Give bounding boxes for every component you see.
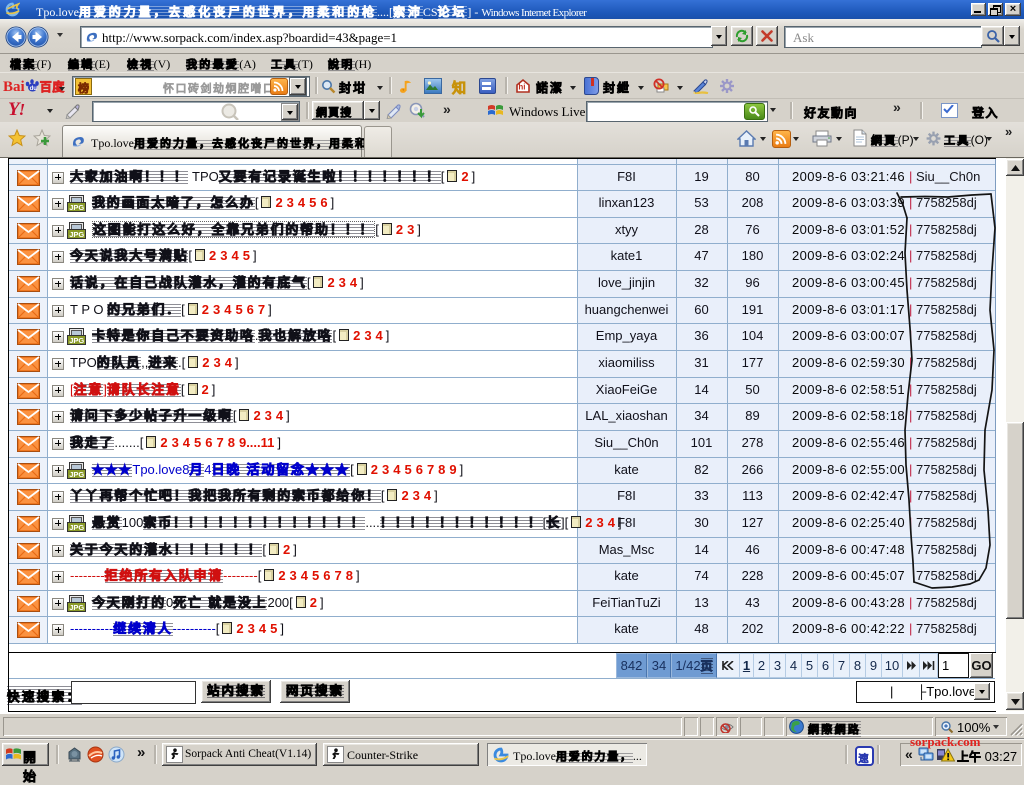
svg-text:du: du: [29, 86, 37, 92]
svg-text:hi: hi: [518, 83, 525, 92]
